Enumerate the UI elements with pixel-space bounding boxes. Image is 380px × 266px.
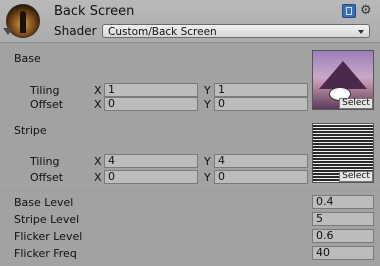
- base-tiling-y-field[interactable]: 1: [214, 83, 308, 97]
- base-offset-label: Offset: [30, 98, 64, 111]
- flicker-freq-label: Flicker Freq: [14, 247, 77, 260]
- collapse-arrow-icon[interactable]: [3, 28, 13, 35]
- flicker-level-field[interactable]: 0.6: [312, 229, 374, 243]
- mountain-image: [319, 61, 367, 89]
- flicker-level-label: Flicker Level: [14, 230, 83, 243]
- base-tiling-y-label: Y: [204, 84, 211, 97]
- stripe-select-button[interactable]: Select: [339, 171, 373, 182]
- material-header: Back Screen Shader Custom/Back Screen ⚙: [0, 0, 380, 43]
- base-section-label: Base: [14, 52, 41, 65]
- stripe-offset-y-label: Y: [204, 171, 211, 184]
- shader-label: Shader: [54, 24, 97, 38]
- stripe-level-label: Stripe Level: [14, 213, 80, 226]
- base-texture-slot[interactable]: Select: [312, 50, 374, 110]
- stripe-tiling-y-label: Y: [204, 155, 211, 168]
- stripe-level-field[interactable]: 5: [312, 212, 374, 226]
- shader-dropdown[interactable]: Custom/Back Screen: [102, 24, 370, 38]
- stripe-tiling-y-field[interactable]: 4: [214, 154, 308, 168]
- base-offset-y-label: Y: [204, 98, 211, 111]
- stripe-offset-x-label: X: [94, 171, 102, 184]
- base-tiling-x-field[interactable]: 1: [104, 83, 198, 97]
- divider: [0, 190, 380, 191]
- stripe-offset-y-field[interactable]: 0: [214, 170, 308, 184]
- flicker-freq-field[interactable]: 40: [312, 246, 374, 260]
- base-offset-y-field[interactable]: 0: [214, 97, 308, 111]
- base-tiling-label: Tiling: [30, 84, 60, 97]
- base-offset-x-field[interactable]: 0: [104, 97, 198, 111]
- base-level-label: Base Level: [14, 196, 74, 209]
- stripe-section-label: Stripe: [14, 124, 47, 137]
- base-tiling-x-label: X: [94, 84, 102, 97]
- dropdown-arrow-icon: [358, 30, 364, 34]
- stripe-offset-label: Offset: [30, 171, 64, 184]
- stripe-tiling-x-field[interactable]: 4: [104, 154, 198, 168]
- help-book-icon[interactable]: [342, 4, 356, 18]
- stripe-tiling-x-label: X: [94, 155, 102, 168]
- stripe-texture-slot[interactable]: Select: [312, 123, 374, 183]
- gear-icon[interactable]: ⚙: [360, 4, 374, 18]
- base-offset-x-label: X: [94, 98, 102, 111]
- material-title: Back Screen: [54, 4, 135, 19]
- shader-dropdown-value: Custom/Back Screen: [108, 26, 217, 38]
- base-select-button[interactable]: Select: [339, 98, 373, 109]
- stripe-offset-x-field[interactable]: 0: [104, 170, 198, 184]
- stripe-tiling-label: Tiling: [30, 155, 60, 168]
- base-level-field[interactable]: 0.4: [312, 195, 374, 209]
